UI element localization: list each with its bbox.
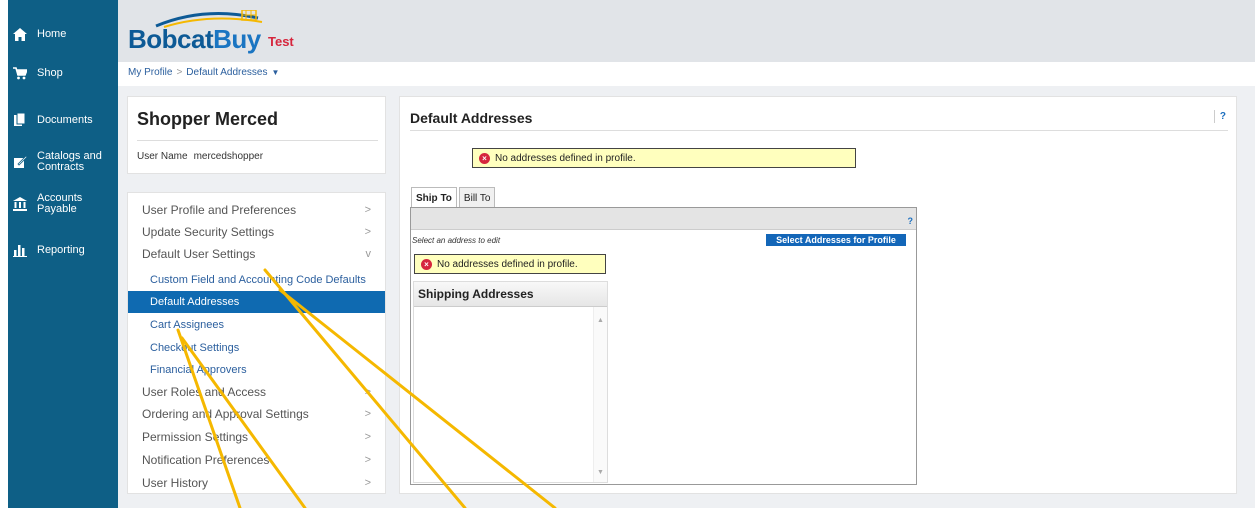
menu-item-security[interactable]: Update Security Settings > — [128, 221, 385, 243]
nav-item-home[interactable]: Home — [8, 26, 118, 42]
menu-item-user-profile[interactable]: User Profile and Preferences > — [128, 199, 385, 221]
settings-menu: User Profile and Preferences > Update Se… — [127, 192, 386, 494]
breadcrumb-current[interactable]: Default Addresses — [186, 67, 267, 78]
nav-item-documents[interactable]: Documents — [8, 112, 118, 128]
submenu-label: Cart Assignees — [150, 319, 224, 331]
menu-item-label: Default User Settings — [142, 247, 256, 261]
menu-item-label: Ordering and Approval Settings — [142, 407, 309, 421]
error-icon: × — [479, 152, 490, 164]
username-label: User Name — [137, 151, 188, 162]
help-icon[interactable]: ? — [1213, 110, 1226, 123]
nav-item-label: Home — [37, 27, 67, 40]
logo-brand-a: Bobcat — [128, 24, 214, 54]
nav-item-accounts-payable[interactable]: Accounts Payable — [8, 192, 118, 216]
chevron-right-icon: > — [364, 226, 371, 238]
divider — [410, 130, 1228, 131]
submenu-label: Default Addresses — [150, 296, 240, 308]
bank-icon — [12, 196, 28, 212]
address-frame: ? Select an address to edit Select Addre… — [410, 207, 917, 485]
menu-item-permission-settings[interactable]: Permission Settings > — [128, 426, 385, 448]
alert-no-addresses-inner: × No addresses defined in profile. — [414, 254, 606, 274]
documents-icon — [12, 112, 28, 128]
shipping-header: Shipping Addresses — [414, 282, 607, 307]
nav-item-label: Reporting — [37, 243, 85, 256]
nav-item-reporting[interactable]: Reporting — [8, 242, 118, 258]
submenu-financial-approvers[interactable]: Financial Approvers — [128, 359, 385, 381]
menu-item-label: Permission Settings — [142, 430, 249, 444]
bobcatbuy-logo[interactable]: BobcatBuy Test — [124, 8, 314, 60]
submenu-default-addresses[interactable]: Default Addresses — [128, 291, 385, 313]
address-tabs: Ship To Bill To — [411, 187, 497, 209]
menu-item-label: User History — [142, 476, 209, 490]
catalog-icon — [12, 154, 28, 170]
submenu-label: Custom Field and Accounting Code Default… — [150, 274, 366, 286]
address-toolbar: ? — [411, 208, 916, 230]
select-addresses-button[interactable]: Select Addresses for Profile — [766, 234, 906, 246]
submenu-label: Checkout Settings — [150, 342, 240, 354]
chevron-right-icon: > — [364, 477, 371, 489]
error-icon: × — [421, 258, 432, 270]
address-hint: Select an address to edit — [412, 236, 501, 245]
tab-ship-to[interactable]: Ship To — [411, 187, 457, 208]
nav-item-label: Catalogs and Contracts — [37, 150, 102, 173]
scroll-up-icon[interactable]: ▲ — [597, 317, 604, 324]
nav-item-catalogs[interactable]: Catalogs and Contracts — [8, 150, 118, 174]
nav-item-shop[interactable]: Shop — [8, 65, 118, 81]
logo-wordmark: BobcatBuy — [128, 24, 261, 55]
menu-item-label: User Roles and Access — [142, 385, 267, 399]
chevron-right-icon: > — [364, 386, 371, 398]
page-title: Default Addresses — [410, 110, 533, 126]
submenu-checkout-settings[interactable]: Checkout Settings — [128, 337, 385, 359]
breadcrumb-root[interactable]: My Profile — [128, 67, 172, 78]
breadcrumb-separator: > — [176, 67, 183, 78]
shipping-addresses-panel: Shipping Addresses ▲ ▼ — [413, 281, 608, 483]
chevron-right-icon: > — [364, 204, 371, 216]
nav-item-label: Shop — [37, 66, 63, 79]
cart-icon — [12, 65, 28, 81]
username-value: mercedshopper — [193, 151, 264, 162]
chevron-right-icon: > — [364, 454, 371, 466]
chevron-down-icon[interactable]: ▼ — [271, 68, 279, 77]
left-nav: Home Shop Documents Catalogs and Contrac… — [8, 0, 118, 508]
bar-chart-icon — [12, 242, 28, 258]
chevron-right-icon: > — [364, 408, 371, 420]
submenu-cart-assignees[interactable]: Cart Assignees — [128, 314, 385, 336]
nav-item-label: Accounts Payable — [37, 192, 83, 215]
menu-item-default-user-settings[interactable]: Default User Settings v — [128, 243, 385, 265]
home-icon — [12, 26, 28, 42]
breadcrumb: My Profile > Default Addresses ▼ — [128, 67, 279, 78]
profile-card: Shopper Merced User Name mercedshopper — [127, 96, 386, 174]
divider — [137, 140, 378, 141]
menu-item-user-history[interactable]: User History > — [128, 472, 385, 494]
nav-item-label: Documents — [37, 113, 93, 126]
submenu-label: Financial Approvers — [150, 364, 247, 376]
chevron-right-icon: > — [364, 431, 371, 443]
menu-item-label: Update Security Settings — [142, 225, 275, 239]
help-icon[interactable]: ? — [908, 216, 914, 226]
app-root: Home Shop Documents Catalogs and Contrac… — [0, 0, 1255, 508]
chevron-down-icon: v — [365, 248, 372, 260]
menu-item-label: Notification Preferences — [142, 453, 270, 467]
menu-item-notification-preferences[interactable]: Notification Preferences > — [128, 449, 385, 471]
alert-text: No addresses defined in profile. — [495, 152, 636, 164]
alert-text: No addresses defined in profile. — [437, 258, 578, 270]
scrollbar[interactable]: ▲ ▼ — [593, 307, 607, 482]
menu-item-label: User Profile and Preferences — [142, 203, 297, 217]
menu-item-ordering-approval[interactable]: Ordering and Approval Settings > — [128, 403, 385, 425]
alert-no-addresses: × No addresses defined in profile. — [472, 148, 856, 168]
logo-brand-b: Buy — [213, 24, 261, 54]
env-badge: Test — [268, 34, 294, 49]
profile-name: Shopper Merced — [137, 109, 279, 129]
menu-item-user-roles[interactable]: User Roles and Access > — [128, 381, 385, 403]
scroll-down-icon[interactable]: ▼ — [597, 469, 604, 476]
tab-bill-to[interactable]: Bill To — [458, 187, 496, 208]
submenu-custom-field-defaults[interactable]: Custom Field and Accounting Code Default… — [128, 269, 385, 291]
profile-username-row: User Name mercedshopper — [137, 151, 263, 162]
